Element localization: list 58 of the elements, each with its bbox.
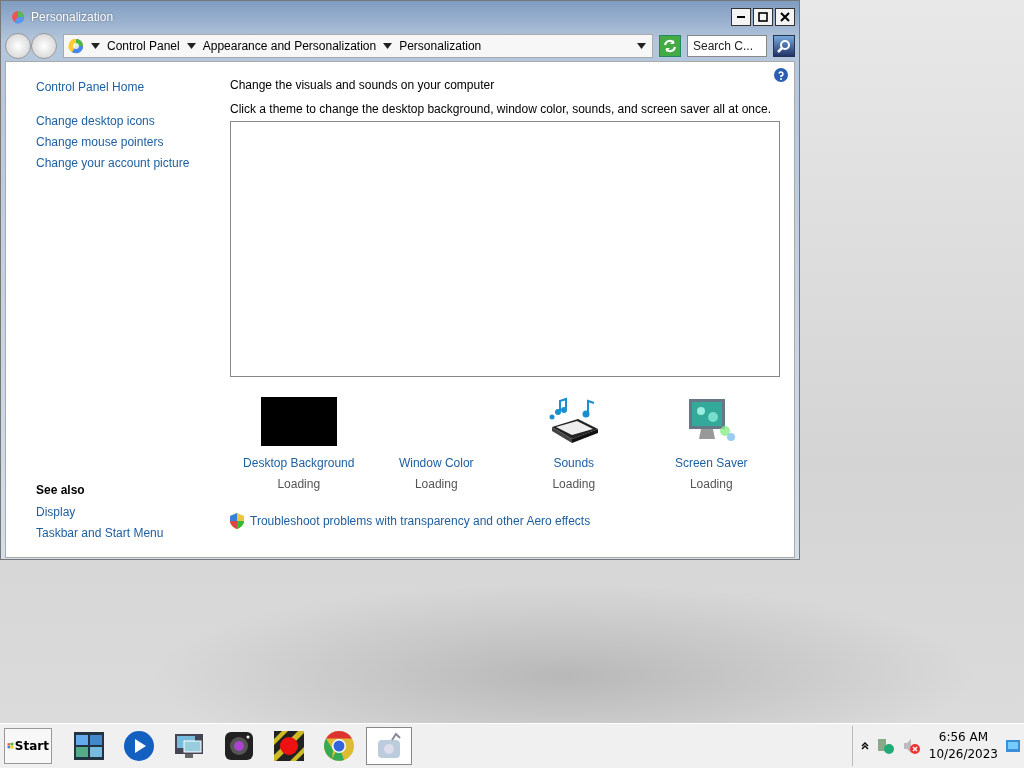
maximize-button[interactable] [753, 8, 773, 26]
help-icon [774, 68, 788, 82]
window-title: Personalization [31, 10, 115, 24]
caret-icon [186, 43, 196, 49]
caret-icon [383, 43, 393, 49]
maximize-icon [758, 12, 768, 22]
search-field[interactable]: Search C... [687, 35, 767, 57]
setting-link[interactable]: Screen Saver [674, 456, 748, 470]
search-button[interactable] [773, 35, 795, 57]
address-bar[interactable]: Control Panel Appearance and Personalization Personalization [63, 34, 653, 58]
start-button[interactable]: Start [4, 728, 52, 764]
setting-link[interactable]: Window Color [398, 456, 474, 470]
muted-speaker-icon [902, 737, 921, 755]
caret-icon [637, 43, 646, 49]
status-text: Loading [552, 477, 596, 491]
caret-icon [91, 43, 100, 49]
clock-time[interactable]: 6:56 AM [938, 729, 989, 746]
setting-link[interactable]: Desktop Background [243, 456, 355, 470]
section-heading: See also [36, 483, 86, 497]
status-text: Loading [414, 477, 458, 491]
status-text: Loading [689, 477, 733, 491]
heading: Change the visuals and sounds on your computer [230, 78, 496, 92]
control-panel-icon [68, 38, 84, 54]
breadcrumb[interactable]: Control Panel [107, 39, 180, 53]
chrome-icon [323, 730, 355, 762]
minimize-button[interactable] [731, 8, 751, 26]
clock-date[interactable]: 10/26/2023 [928, 746, 998, 763]
breadcrumb[interactable]: Appearance and Personalization [202, 39, 377, 53]
close-icon [780, 12, 790, 22]
breadcrumb[interactable]: Personalization [399, 39, 482, 53]
close-button[interactable] [775, 8, 795, 26]
forward-button[interactable] [31, 33, 57, 59]
sidebar-link[interactable]: Control Panel Home [36, 80, 145, 94]
sidebar-link[interactable]: Change your account picture [36, 156, 190, 170]
sounds-icon [547, 397, 600, 446]
gallery-icon [74, 732, 104, 760]
shield-icon [230, 513, 244, 529]
show-desktop-icon [1006, 740, 1020, 752]
see-also-link[interactable]: Display [36, 505, 76, 519]
description: Click a theme to change the desktop background, window color, sounds, and screen saver all at once. [230, 102, 772, 116]
see-also-link[interactable]: Taskbar and Start Menu [36, 526, 164, 540]
status-text: Loading [277, 477, 321, 491]
window-icon [11, 10, 25, 24]
monitor-icon [174, 732, 204, 760]
camera-icon [224, 731, 254, 761]
troubleshoot-link[interactable]: Troubleshoot problems with transparency and other Aero effects [250, 514, 591, 528]
play-icon [123, 730, 155, 762]
sidebar-link[interactable]: Change mouse pointers [36, 135, 164, 149]
refresh-button[interactable] [659, 35, 681, 57]
refresh-icon [663, 39, 677, 53]
record-icon [274, 731, 304, 761]
back-button[interactable] [5, 33, 31, 59]
minimize-icon [737, 16, 745, 18]
search-icon [777, 39, 791, 53]
network-icon [876, 737, 895, 755]
setting-link[interactable]: Sounds [553, 456, 595, 470]
sidebar-link[interactable]: Change desktop icons [36, 114, 155, 128]
chevron-up-icon [860, 742, 869, 750]
